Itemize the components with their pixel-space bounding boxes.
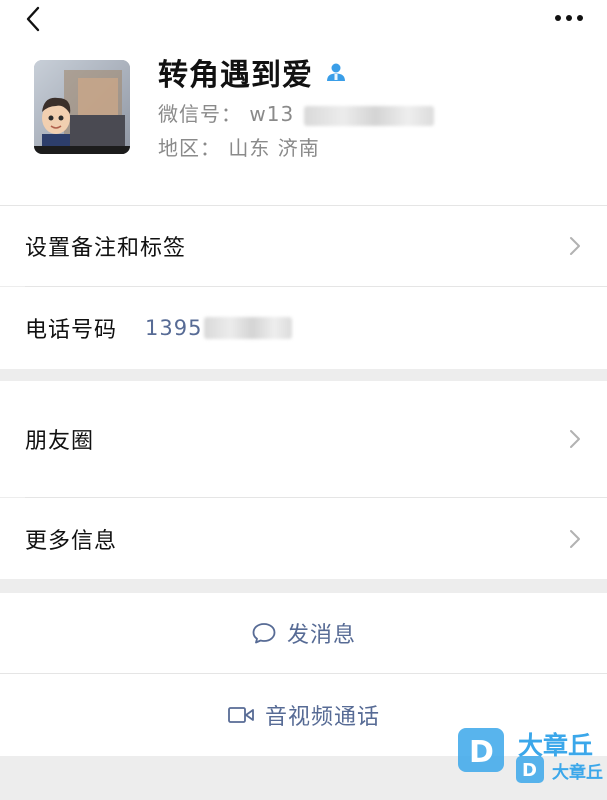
nickname: 转角遇到爱 [158,58,313,93]
send-message-label: 发消息 [286,623,356,648]
more-dots-icon [555,15,583,21]
wechat-id-value: w13 [249,102,295,126]
phone-row: 电话号码 1395 [0,287,607,369]
watermark-text-small: 大章丘 [552,763,603,783]
moments-label: 朋友圈 [25,429,95,454]
chevron-right-icon [570,529,580,548]
chat-bubble-icon [252,623,276,644]
send-message-button[interactable]: 发消息 [0,593,607,673]
video-camera-icon [228,707,254,723]
remark-tags-row[interactable]: 设置备注和标签 [0,206,607,286]
svg-text:D: D [469,735,494,770]
video-call-label: 音视频通话 [264,705,380,730]
watermark-text: 大章丘 [518,731,594,760]
chevron-right-icon [570,430,580,448]
more-info-row[interactable]: 更多信息 [0,498,607,579]
wechat-id-blur [303,105,434,126]
name-row: 转角遇到爱 [158,50,347,94]
phone-number-blur [204,317,293,339]
phone-number[interactable]: 1395 [145,316,293,340]
phone-label: 电话号码 [25,318,118,343]
region-value: 山东 济南 [228,136,320,160]
remark-tags-label: 设置备注和标签 [25,236,187,261]
watermark-logo: D D 大章丘 大章丘 [456,724,606,786]
more-options-button[interactable] [553,8,585,28]
region-label: 地区： [158,136,221,160]
chevron-left-icon [26,6,40,32]
chevron-right-icon [570,237,580,255]
more-info-label: 更多信息 [25,528,118,554]
moments-row[interactable]: 朋友圈 [0,381,607,497]
wechat-id-line: 微信号： w13 [158,98,434,127]
back-button[interactable] [20,4,50,34]
wechat-id-label: 微信号： [158,102,242,126]
region-line: 地区： 山东 济南 [158,132,320,161]
top-bar [0,0,607,40]
profile-header: 转角遇到爱 微信号： w13 地区： 山东 济南 [0,40,607,205]
svg-text:D: D [522,760,537,781]
avatar[interactable] [34,60,130,154]
contact-person-icon [327,63,345,81]
phone-number-visible: 1395 [145,316,203,340]
